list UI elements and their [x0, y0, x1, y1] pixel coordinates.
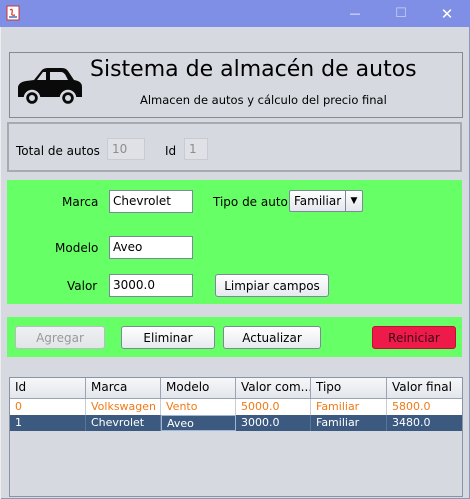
modelo-input[interactable]: Aveo [109, 236, 193, 259]
cell-valor-final: 5800.0 [392, 400, 431, 413]
total-label: Total de autos [16, 144, 100, 158]
title-bar: — ☐ ✕ [0, 0, 470, 27]
app-subtitle: Almacen de autos y cálculo del precio fi… [140, 93, 387, 107]
column-header-valor-final[interactable]: Valor final [387, 378, 462, 398]
form-panel: Marca Chevrolet Tipo de auto Familiar ▼ … [7, 180, 462, 304]
actions-panel: Agregar Eliminar Actualizar Reiniciar [7, 317, 462, 357]
tipo-label: Tipo de auto [213, 195, 288, 209]
cell-marca: Chevrolet [86, 415, 161, 431]
cell-tipo: Familiar [311, 399, 387, 415]
chevron-down-icon: ▼ [345, 191, 362, 211]
table-header: Id Marca Modelo Valor com... Tipo Valor … [10, 378, 462, 399]
tipo-select-value: Familiar [294, 194, 342, 208]
update-button[interactable]: Actualizar [223, 326, 321, 349]
modelo-label: Modelo [55, 241, 99, 255]
marca-label: Marca [62, 195, 99, 209]
column-header-id[interactable]: Id [10, 378, 86, 398]
maximize-button[interactable]: ☐ [378, 0, 424, 27]
cell-id: 1 [10, 415, 86, 431]
valor-label: Valor [67, 279, 98, 293]
cell-marca: Volkswagen [86, 399, 161, 415]
close-icon: ✕ [440, 4, 454, 23]
id-label: Id [165, 144, 177, 158]
close-button[interactable]: ✕ [424, 0, 470, 27]
cell-id: 0 [10, 399, 86, 415]
cell-modelo: Aveo [161, 415, 236, 431]
car-icon [18, 68, 82, 107]
minimize-button[interactable]: — [332, 0, 378, 27]
column-header-marca[interactable]: Marca [86, 378, 161, 398]
cell-valor: 5000.0 [236, 399, 311, 415]
column-header-valor[interactable]: Valor com... [236, 378, 311, 398]
valor-input[interactable]: 3000.0 [109, 274, 193, 297]
java-icon [6, 5, 20, 21]
id-field: 1 [184, 138, 208, 160]
cars-table[interactable]: Id Marca Modelo Valor com... Tipo Valor … [9, 377, 463, 497]
main-content: Sistema de almacén de autos Almacen de a… [1, 27, 470, 499]
table-row[interactable]: 0 Volkswagen Vento 5000.0 Familiar 5800.… [10, 399, 462, 415]
header-panel: Sistema de almacén de autos Almacen de a… [9, 52, 463, 118]
cell-valor: 3000.0 [236, 415, 311, 431]
counter-panel: Total de autos 10 Id 1 [7, 122, 462, 172]
maximize-icon: ☐ [395, 6, 407, 21]
cell-tipo: Familiar [311, 415, 387, 431]
clear-fields-button[interactable]: Limpiar campos [215, 274, 329, 297]
total-field: 10 [107, 138, 145, 160]
column-header-modelo[interactable]: Modelo [161, 378, 236, 398]
minimize-icon: — [349, 7, 361, 20]
cell-modelo: Vento [161, 399, 236, 415]
table-row-selected[interactable]: 1 Chevrolet Aveo 3000.0 Familiar 3480.0 [10, 415, 462, 431]
column-header-tipo[interactable]: Tipo [311, 378, 387, 398]
cell-valor-final: 3480.0 [392, 416, 431, 429]
delete-button[interactable]: Eliminar [121, 326, 215, 349]
add-button[interactable]: Agregar [15, 326, 105, 349]
reset-button[interactable]: Reiniciar [372, 326, 456, 349]
app-title: Sistema de almacén de autos [90, 57, 417, 82]
tipo-select[interactable]: Familiar ▼ [289, 190, 363, 212]
marca-input[interactable]: Chevrolet [109, 190, 193, 213]
